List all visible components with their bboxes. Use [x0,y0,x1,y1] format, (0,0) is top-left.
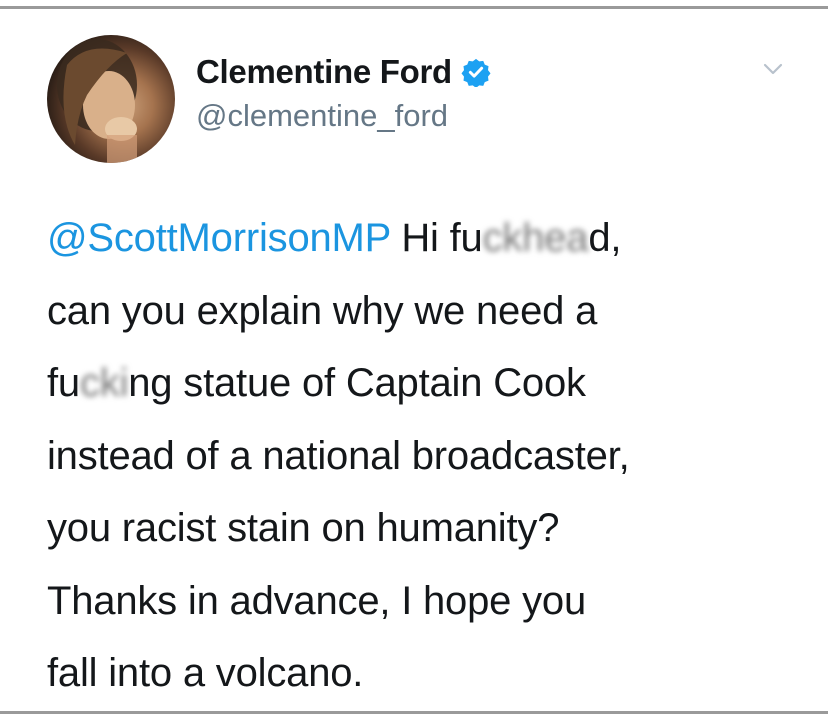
censored-word: cki [79,361,129,405]
profile-photo-icon [57,39,137,163]
chevron-down-icon[interactable] [762,62,784,76]
censored-word: ckhea [482,216,589,260]
tweet-line-6: Thanks in advance, I hope you [47,578,587,623]
tweet-line-1: @ScottMorrisonMP Hi fuckhead, [47,202,807,275]
tweet-line-5: you racist stain on humanity? [47,506,560,550]
verified-badge-icon [461,58,491,87]
tweet-line-3-prefix: fu [47,361,80,405]
tweet-line-7: fall into a volcano. [47,651,364,695]
tweet-line-3-suffix: ng statue of Captain Cook [128,361,586,405]
tweet-line-3: fucking statue of Captain Cook [47,347,807,420]
bottom-divider [0,711,828,714]
tweet-line-4: instead of a national broadcaster, [47,433,630,478]
avatar[interactable] [47,35,175,163]
tweet-line-1-prefix: Hi fu [390,216,483,260]
mention-link[interactable]: @ScottMorrisonMP [47,216,391,260]
tweet-text: @ScottMorrisonMP Hi fuckhead, can you ex… [47,202,807,710]
tweet-card: Clementine Ford @clementine_ford @ScottM… [0,0,828,726]
tweet-line-2: can you explain why we need a [47,288,598,333]
tweet-line-1-suffix: d, [588,216,622,260]
author-name-row: Clementine Ford [196,52,491,92]
author-display-name[interactable]: Clementine Ford [196,53,452,91]
author-handle[interactable]: @clementine_ford [196,98,448,134]
